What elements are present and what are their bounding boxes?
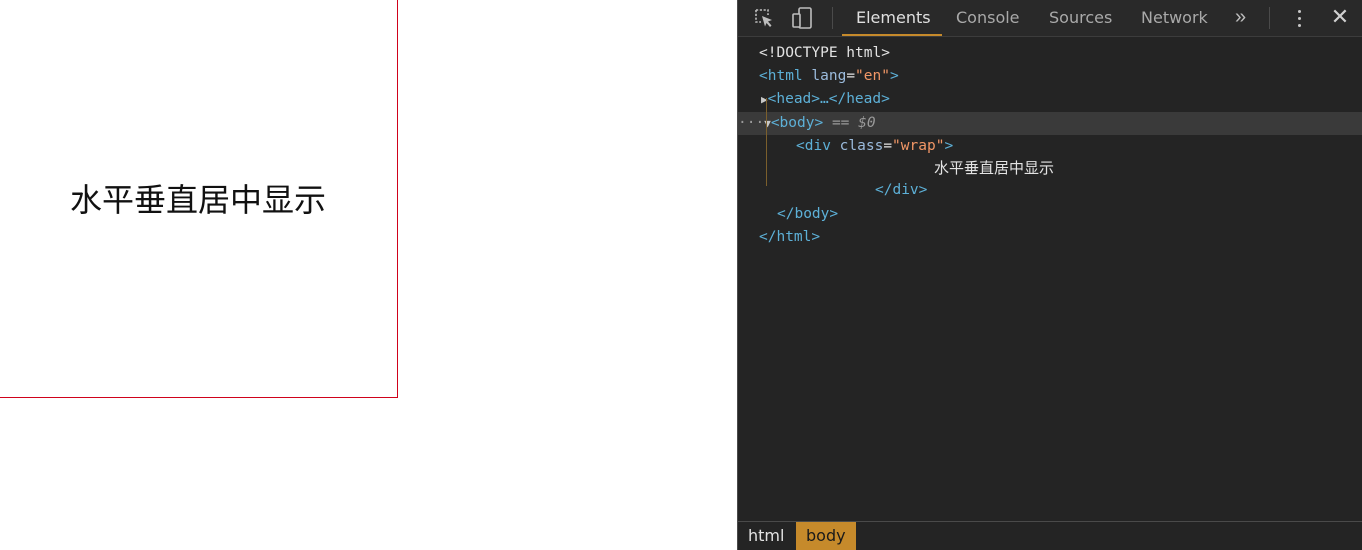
node-options-icon[interactable]: ··· — [738, 115, 764, 131]
tag-end: > — [944, 138, 954, 154]
selected-marker: == $0 — [831, 115, 876, 131]
toolbar-separator — [832, 7, 833, 29]
toolbar-separator — [1269, 7, 1270, 29]
nesting-guide-line — [766, 98, 767, 186]
attr-value: "wrap" — [892, 138, 945, 154]
inspect-element-icon[interactable] — [752, 6, 776, 30]
wrap-box: 水平垂直居中显示 — [0, 0, 398, 398]
div-tag: <div — [796, 138, 831, 154]
html-node[interactable]: <html lang="en"> — [759, 65, 1362, 88]
active-tab-indicator — [842, 34, 942, 36]
body-tag: <body> — [770, 115, 824, 131]
body-close-node[interactable]: </body> — [777, 203, 1362, 226]
attr-name: class — [839, 138, 884, 154]
text-node: 水平垂直居中显示 — [934, 159, 1055, 177]
head-tag: <head>…</head> — [767, 91, 890, 107]
tag-end: > — [889, 68, 899, 84]
attr-value: "en" — [855, 68, 890, 84]
breadcrumb-body[interactable]: body — [796, 522, 856, 550]
head-node[interactable]: ▶<head>…</head> — [761, 88, 1362, 111]
html-close-node[interactable]: </html> — [759, 226, 1362, 249]
html-tag: <html — [759, 68, 803, 84]
device-toolbar-icon[interactable] — [790, 6, 814, 30]
tab-elements[interactable]: Elements — [856, 0, 931, 36]
page-viewport: 水平垂直居中显示 — [0, 0, 737, 550]
div-close-node[interactable]: </div> — [875, 179, 1362, 202]
kebab-menu-icon[interactable] — [1292, 6, 1306, 30]
body-node[interactable]: ···▼<body> == $0 — [738, 112, 1362, 135]
tab-console[interactable]: Console — [956, 0, 1020, 36]
html-close-tag: </html> — [759, 229, 821, 245]
screen: 水平垂直居中显示 Elements Console Sources Networ… — [0, 0, 1362, 550]
doctype-text: <!DOCTYPE html> — [759, 45, 890, 61]
doctype-node[interactable]: <!DOCTYPE html> — [759, 42, 1362, 65]
breadcrumb: html body — [738, 521, 1362, 550]
more-tabs-icon[interactable]: » — [1235, 3, 1246, 31]
tab-network[interactable]: Network — [1141, 0, 1208, 36]
wrap-text: 水平垂直居中显示 — [69, 181, 326, 219]
devtools-panel: Elements Console Sources Network » ✕ <!D… — [737, 0, 1362, 550]
tab-sources[interactable]: Sources — [1049, 0, 1112, 36]
devtools-toolbar: Elements Console Sources Network » ✕ — [738, 0, 1362, 37]
body-close-tag: </body> — [777, 206, 839, 222]
div-close-tag: </div> — [875, 182, 928, 198]
attr-name: lang — [811, 68, 847, 84]
div-text-node[interactable]: 水平垂直居中显示 — [934, 157, 1362, 180]
div-node[interactable]: <div class="wrap"> — [796, 135, 1362, 158]
close-icon[interactable]: ✕ — [1328, 4, 1352, 32]
breadcrumb-html[interactable]: html — [738, 522, 794, 550]
